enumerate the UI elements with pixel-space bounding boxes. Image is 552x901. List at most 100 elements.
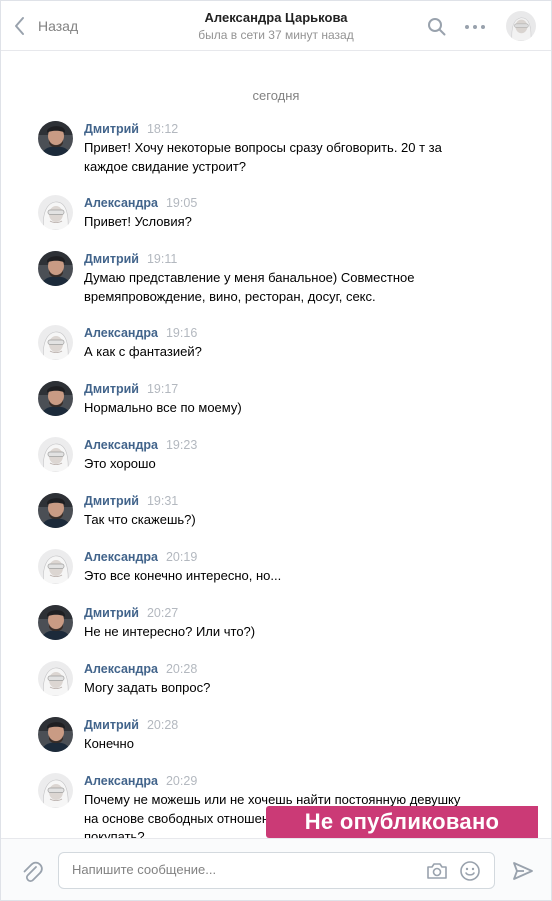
more-dots-icon[interactable]	[464, 17, 486, 37]
message-time[interactable]: 19:31	[147, 494, 178, 508]
message-header: Александра 20:19	[84, 549, 508, 565]
message-body: Александра 19:16 А как с фантазией?	[84, 325, 508, 362]
message-time[interactable]: 18:12	[147, 122, 178, 136]
message-author[interactable]: Александра	[84, 438, 158, 452]
message-text-line: Могу задать вопрос?	[84, 680, 211, 695]
avatar[interactable]	[38, 717, 73, 752]
message-body: Александра 20:19 Это все конечно интересно…	[84, 549, 508, 586]
avatar[interactable]	[38, 381, 73, 416]
message-author[interactable]: Александра	[84, 550, 158, 564]
message-item[interactable]: Дмитрий 18:12 Привет! Хочу некоторые вопро…	[38, 121, 508, 176]
message-header: Александра 20:28	[84, 661, 508, 677]
message-header: Александра 19:05	[84, 195, 508, 211]
day-separator: сегодня	[252, 88, 300, 103]
message-item[interactable]: Александра 19:05 Привет! Условия?	[38, 195, 508, 232]
message-time[interactable]: 19:16	[166, 326, 197, 340]
message-time[interactable]: 20:29	[166, 774, 197, 788]
message-author[interactable]: Дмитрий	[84, 494, 139, 508]
message-input[interactable]	[72, 862, 412, 877]
message-author[interactable]: Дмитрий	[84, 606, 139, 620]
avatar[interactable]	[38, 493, 73, 528]
message-time[interactable]: 19:05	[166, 196, 197, 210]
dialog-window: Назад Александра Царькова была в сети 37…	[0, 0, 552, 901]
message-header: Дмитрий 19:31	[84, 493, 508, 509]
message-header: Дмитрий 20:28	[84, 717, 508, 733]
message-time[interactable]: 19:17	[147, 382, 178, 396]
search-icon[interactable]	[427, 17, 447, 37]
message-time[interactable]: 20:28	[147, 718, 178, 732]
message-time[interactable]: 20:19	[166, 550, 197, 564]
message-body: Дмитрий 20:28 Конечно	[84, 717, 508, 754]
avatar[interactable]	[38, 195, 73, 230]
message-time[interactable]: 19:11	[147, 252, 177, 266]
message-text: Привет! Условия?	[84, 213, 508, 232]
message-text-line: Привет! Хочу некоторые вопросы сразу обг…	[84, 140, 442, 155]
message-author[interactable]: Александра	[84, 326, 158, 340]
message-item[interactable]: Александра 19:23 Это хорошо	[38, 437, 508, 474]
message-item[interactable]: Александра 19:16 А как с фантазией?	[38, 325, 508, 362]
message-history[interactable]: сегодня Дмитрий 18:12 Привет! Хочу некотор…	[1, 51, 551, 838]
message-time[interactable]: 20:28	[166, 662, 197, 676]
message-text: Могу задать вопрос?	[84, 679, 508, 698]
message-item[interactable]: Дмитрий 20:28 Конечно	[38, 717, 508, 754]
message-text-line: Думаю представление у меня банальное) Со…	[84, 270, 415, 285]
message-author[interactable]: Дмитрий	[84, 718, 139, 732]
smile-icon[interactable]	[459, 860, 481, 882]
message-header: Александра 20:29	[84, 773, 508, 789]
message-header: Александра 19:23	[84, 437, 508, 453]
peer-avatar[interactable]	[506, 11, 536, 41]
avatar[interactable]	[38, 773, 73, 808]
message-body: Дмитрий 19:17 Нормально все по моему)	[84, 381, 508, 418]
message-item[interactable]: Дмитрий 20:27 Не не интересно? Или что?)	[38, 605, 508, 642]
message-text-line: Не не интересно? Или что?)	[84, 624, 256, 639]
message-author[interactable]: Дмитрий	[84, 252, 139, 266]
avatar[interactable]	[38, 437, 73, 472]
message-text: Это хорошо	[84, 455, 508, 474]
message-body: Дмитрий 20:27 Не не интересно? Или что?)	[84, 605, 508, 642]
camera-icon[interactable]	[426, 861, 448, 881]
message-item[interactable]: Александра 20:19 Это все конечно интересно…	[38, 549, 508, 586]
send-icon[interactable]	[512, 861, 534, 881]
message-body: Александра 19:05 Привет! Условия?	[84, 195, 508, 232]
message-text: Думаю представление у меня банальное) Со…	[84, 269, 508, 306]
message-text-line: Это хорошо	[84, 456, 156, 471]
message-text-line: Это все конечно интересно, но...	[84, 568, 282, 583]
message-input-box[interactable]	[58, 852, 495, 889]
composer	[1, 838, 551, 900]
message-text-line: каждое свидание устроит?	[84, 158, 247, 174]
message-body: Дмитрий 19:31 Так что скажешь?)	[84, 493, 508, 530]
message-text: Конечно	[84, 735, 508, 754]
message-author[interactable]: Александра	[84, 662, 158, 676]
message-item[interactable]: Александра 20:28 Могу задать вопрос?	[38, 661, 508, 698]
message-text-line: времяпровождение, вино, ресторан, досуг,…	[84, 288, 376, 304]
message-body: Александра 20:28 Могу задать вопрос?	[84, 661, 508, 698]
not-published-badge: Не опубликовано	[266, 806, 538, 838]
message-item[interactable]: Дмитрий 19:11 Думаю представление у меня б…	[38, 251, 508, 306]
message-author[interactable]: Дмитрий	[84, 122, 139, 136]
message-time[interactable]: 19:23	[166, 438, 197, 452]
message-item[interactable]: Дмитрий 19:17 Нормально все по моему)	[38, 381, 508, 418]
message-text-line: Конечно	[84, 736, 134, 751]
avatar[interactable]	[38, 325, 73, 360]
message-time[interactable]: 20:27	[147, 606, 178, 620]
avatar[interactable]	[38, 605, 73, 640]
message-author[interactable]: Александра	[84, 196, 158, 210]
dialog-header: Назад Александра Царькова была в сети 37…	[1, 1, 551, 51]
avatar[interactable]	[38, 121, 73, 156]
avatar[interactable]	[38, 549, 73, 584]
message-author[interactable]: Александра	[84, 774, 158, 788]
message-body: Александра 19:23 Это хорошо	[84, 437, 508, 474]
message-author[interactable]: Дмитрий	[84, 382, 139, 396]
message-body: Дмитрий 18:12 Привет! Хочу некоторые вопро…	[84, 121, 508, 176]
paperclip-icon[interactable]	[21, 860, 43, 884]
message-text: Привет! Хочу некоторые вопросы сразу обг…	[84, 139, 508, 176]
avatar[interactable]	[38, 661, 73, 696]
message-header: Александра 19:16	[84, 325, 508, 341]
resize-grip[interactable]	[271, 893, 283, 899]
message-text-line: Нормально все по моему)	[84, 400, 242, 415]
message-text: Не не интересно? Или что?)	[84, 623, 508, 642]
message-item[interactable]: Дмитрий 19:31 Так что скажешь?)	[38, 493, 508, 530]
avatar[interactable]	[38, 251, 73, 286]
message-header: Дмитрий 20:27	[84, 605, 508, 621]
message-header: Дмитрий 19:11	[84, 251, 508, 267]
